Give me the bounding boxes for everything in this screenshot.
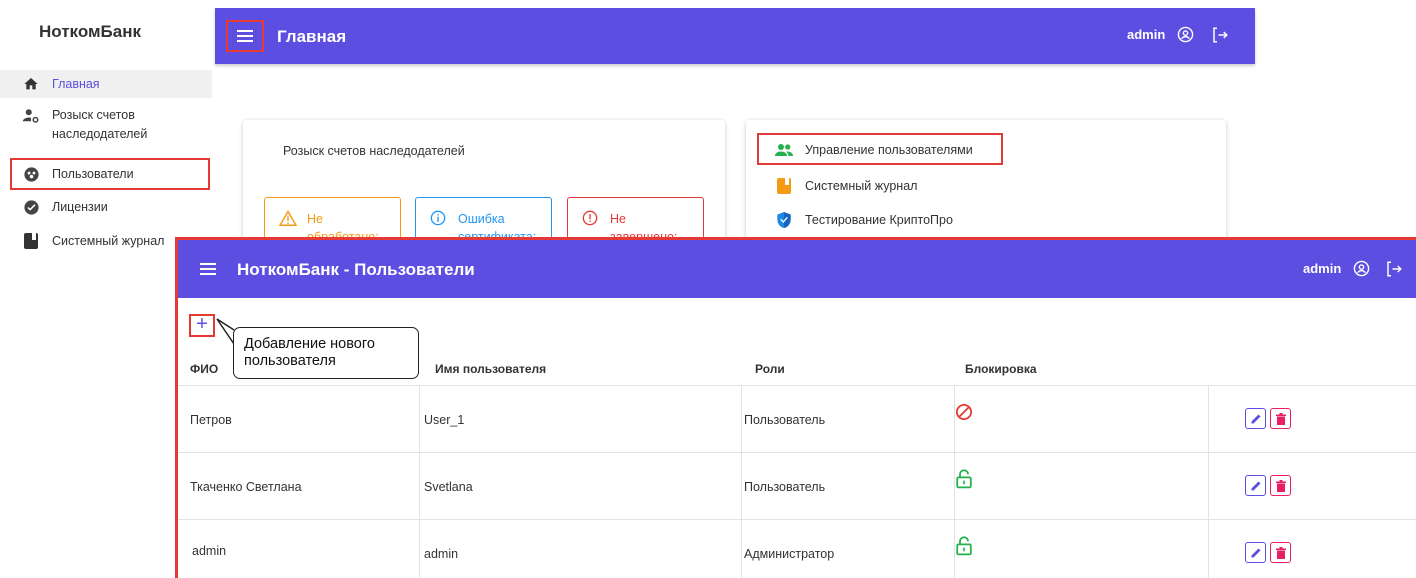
- users-icon: [775, 141, 793, 159]
- add-user-callout: Добавление нового пользователя: [233, 327, 419, 379]
- link-label: Управление пользователями: [805, 143, 973, 157]
- cell-username: admin: [424, 547, 459, 561]
- account-icon[interactable]: [1353, 260, 1370, 277]
- current-user: admin: [1127, 27, 1166, 42]
- column-header-roles[interactable]: Роли: [755, 362, 785, 376]
- add-user-button[interactable]: +: [189, 314, 215, 337]
- info-icon: [430, 210, 446, 226]
- delete-button[interactable]: [1270, 475, 1291, 496]
- column-header-lock[interactable]: Блокировка: [965, 362, 1037, 376]
- license-icon: [22, 198, 40, 216]
- shield-icon: [775, 211, 793, 229]
- unlocked-icon[interactable]: [956, 469, 972, 489]
- column-header-username[interactable]: Имя пользователя: [435, 362, 546, 376]
- main-topbar: Главная admin: [215, 8, 1255, 64]
- cell-role: Пользователь: [744, 413, 826, 427]
- sidebar-item-label: Системный журнал: [52, 234, 165, 248]
- sidebar-item-inheritance-search[interactable]: Розыск счетов наследодателей: [0, 106, 212, 144]
- home-icon: [22, 75, 40, 93]
- edit-button[interactable]: [1245, 475, 1266, 496]
- account-search-icon: [22, 107, 40, 125]
- sidebar-item-label: Лицензии: [52, 200, 108, 214]
- journal-icon: [22, 232, 40, 250]
- warning-icon: [279, 210, 297, 226]
- brand-title: НоткомБанк: [38, 22, 142, 41]
- pencil-icon: [1251, 414, 1260, 423]
- hamburger-icon[interactable]: [200, 263, 216, 275]
- trash-icon: [1275, 479, 1286, 492]
- pencil-icon: [1251, 481, 1260, 490]
- menu-toggle-button[interactable]: [226, 20, 264, 52]
- cell-role: Пользователь: [744, 480, 826, 494]
- pencil-icon: [1251, 548, 1260, 557]
- users-window: НоткомБанк - Пользователи admin + ФИО Им…: [175, 237, 1416, 578]
- current-user: admin: [1303, 261, 1342, 276]
- sidebar-item-home[interactable]: Главная: [0, 70, 212, 98]
- account-icon[interactable]: [1177, 26, 1194, 43]
- edit-button[interactable]: [1245, 408, 1266, 429]
- cell-username: Svetlana: [424, 480, 473, 494]
- delete-button[interactable]: [1270, 408, 1291, 429]
- blocked-icon[interactable]: [955, 403, 973, 421]
- table-row[interactable]: admin admin Администратор: [178, 520, 1416, 578]
- sidebar-item-label: Пользователи: [52, 167, 134, 181]
- link-user-management[interactable]: Управление пользователями: [775, 141, 973, 159]
- sidebar-item-label: Главная: [52, 77, 100, 91]
- table-row[interactable]: Петров User_1 Пользователь: [178, 386, 1416, 452]
- cell-fio: Ткаченко Светлана: [190, 480, 302, 494]
- edit-button[interactable]: [1245, 542, 1266, 563]
- link-label: Системный журнал: [805, 179, 918, 193]
- link-label: Тестирование КриптоПро: [805, 213, 953, 227]
- cell-fio: admin: [192, 544, 227, 558]
- cell-username: User_1: [424, 413, 465, 427]
- card-title: Розыск счетов наследодателей: [283, 144, 465, 158]
- page-title: Главная: [277, 27, 347, 46]
- users-topbar: НоткомБанк - Пользователи admin: [178, 240, 1416, 298]
- column-header-fio[interactable]: ФИО: [190, 362, 218, 376]
- link-cryptopro-test[interactable]: Тестирование КриптоПро: [775, 211, 953, 229]
- unlocked-icon[interactable]: [956, 536, 972, 556]
- sidebar-item-label: Розыск счетов наследодателей: [52, 108, 148, 141]
- sidebar-item-licenses[interactable]: Лицензии: [0, 198, 212, 217]
- sidebar-item-users[interactable]: Пользователи: [10, 158, 210, 190]
- hamburger-icon: [237, 30, 253, 42]
- users-icon: [22, 165, 40, 183]
- error-icon: [582, 210, 598, 226]
- logout-icon[interactable]: [1385, 260, 1403, 278]
- delete-button[interactable]: [1270, 542, 1291, 563]
- window-title: НоткомБанк - Пользователи: [237, 260, 475, 279]
- cell-role: Администратор: [744, 547, 835, 561]
- journal-icon: [775, 177, 793, 195]
- table-row[interactable]: Ткаченко Светлана Svetlana Пользователь: [178, 453, 1416, 519]
- trash-icon: [1275, 412, 1286, 425]
- logout-icon[interactable]: [1211, 26, 1229, 44]
- link-system-journal[interactable]: Системный журнал: [775, 177, 917, 195]
- cell-fio: Петров: [190, 413, 232, 427]
- trash-icon: [1275, 546, 1286, 559]
